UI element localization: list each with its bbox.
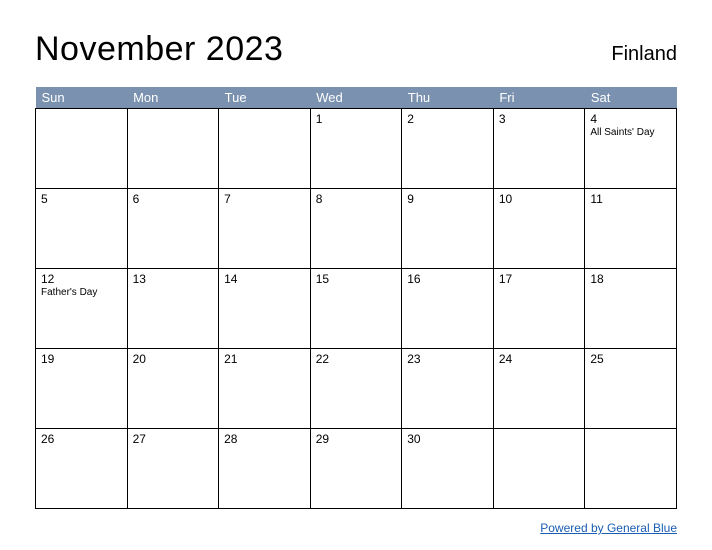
calendar-title: November 2023 xyxy=(35,30,283,69)
day-number: 5 xyxy=(41,192,122,206)
calendar-day-cell: 13 xyxy=(127,269,219,349)
day-event: Father's Day xyxy=(41,287,122,298)
day-number: 21 xyxy=(224,352,305,366)
day-number: 6 xyxy=(133,192,214,206)
weekday-fri: Fri xyxy=(493,87,585,109)
day-number: 29 xyxy=(316,432,397,446)
calendar-day-cell: 12Father's Day xyxy=(36,269,128,349)
calendar-day-cell: 28 xyxy=(219,429,311,509)
calendar-header: November 2023 Finland xyxy=(35,30,677,69)
weekday-sat: Sat xyxy=(585,87,677,109)
calendar-day-cell: 1 xyxy=(310,109,402,189)
calendar-day-cell: 21 xyxy=(219,349,311,429)
day-number: 15 xyxy=(316,272,397,286)
weekday-wed: Wed xyxy=(310,87,402,109)
calendar-day-cell xyxy=(493,429,585,509)
weekday-sun: Sun xyxy=(36,87,128,109)
day-number: 1 xyxy=(316,112,397,126)
calendar-region: Finland xyxy=(611,43,677,66)
calendar-day-cell: 20 xyxy=(127,349,219,429)
calendar-day-cell: 9 xyxy=(402,189,494,269)
calendar-day-cell: 29 xyxy=(310,429,402,509)
day-number: 3 xyxy=(499,112,580,126)
day-number: 26 xyxy=(41,432,122,446)
calendar-day-cell: 7 xyxy=(219,189,311,269)
calendar-day-cell xyxy=(585,429,677,509)
day-number: 16 xyxy=(407,272,488,286)
day-number: 2 xyxy=(407,112,488,126)
day-number: 14 xyxy=(224,272,305,286)
calendar-day-cell: 19 xyxy=(36,349,128,429)
day-number: 18 xyxy=(590,272,671,286)
calendar-day-cell: 23 xyxy=(402,349,494,429)
calendar-day-cell: 14 xyxy=(219,269,311,349)
calendar-day-cell: 18 xyxy=(585,269,677,349)
day-number: 30 xyxy=(407,432,488,446)
calendar-day-cell: 16 xyxy=(402,269,494,349)
day-number: 19 xyxy=(41,352,122,366)
calendar-day-cell: 10 xyxy=(493,189,585,269)
calendar-grid: Sun Mon Tue Wed Thu Fri Sat 1234All Sain… xyxy=(35,87,677,509)
calendar-day-cell: 15 xyxy=(310,269,402,349)
weekday-tue: Tue xyxy=(219,87,311,109)
calendar-day-cell: 25 xyxy=(585,349,677,429)
weekday-thu: Thu xyxy=(402,87,494,109)
calendar-week-row: 1234All Saints' Day xyxy=(36,109,677,189)
day-number: 9 xyxy=(407,192,488,206)
day-number: 12 xyxy=(41,272,122,286)
calendar-body: 1234All Saints' Day56789101112Father's D… xyxy=(36,109,677,509)
calendar-day-cell: 11 xyxy=(585,189,677,269)
calendar-day-cell: 2 xyxy=(402,109,494,189)
calendar-day-cell: 24 xyxy=(493,349,585,429)
weekday-mon: Mon xyxy=(127,87,219,109)
calendar-day-cell xyxy=(36,109,128,189)
day-number: 22 xyxy=(316,352,397,366)
day-number: 28 xyxy=(224,432,305,446)
calendar-week-row: 26 27 28 29 30 xyxy=(36,429,677,509)
calendar-week-row: 12Father's Day 13 14 15 16 17 18 xyxy=(36,269,677,349)
day-number: 13 xyxy=(133,272,214,286)
day-event: All Saints' Day xyxy=(590,127,671,138)
powered-by-link[interactable]: Powered by General Blue xyxy=(540,521,677,535)
day-number: 24 xyxy=(499,352,580,366)
day-number: 11 xyxy=(590,192,671,206)
calendar-week-row: 56789 10 11 xyxy=(36,189,677,269)
calendar-day-cell: 4All Saints' Day xyxy=(585,109,677,189)
calendar-day-cell xyxy=(127,109,219,189)
day-number: 17 xyxy=(499,272,580,286)
calendar-day-cell xyxy=(219,109,311,189)
calendar-day-cell: 3 xyxy=(493,109,585,189)
calendar-day-cell: 27 xyxy=(127,429,219,509)
day-number: 8 xyxy=(316,192,397,206)
day-number: 25 xyxy=(590,352,671,366)
calendar-day-cell: 5 xyxy=(36,189,128,269)
day-number: 23 xyxy=(407,352,488,366)
calendar-day-cell: 17 xyxy=(493,269,585,349)
calendar-day-cell: 6 xyxy=(127,189,219,269)
calendar-footer: Powered by General Blue xyxy=(35,519,677,537)
day-number: 7 xyxy=(224,192,305,206)
calendar-day-cell: 30 xyxy=(402,429,494,509)
calendar-day-cell: 26 xyxy=(36,429,128,509)
day-number: 10 xyxy=(499,192,580,206)
calendar-day-cell: 22 xyxy=(310,349,402,429)
day-number: 4 xyxy=(590,112,671,126)
day-number: 20 xyxy=(133,352,214,366)
day-number: 27 xyxy=(133,432,214,446)
calendar-week-row: 19 20 21 22 23 24 25 xyxy=(36,349,677,429)
weekday-header-row: Sun Mon Tue Wed Thu Fri Sat xyxy=(36,87,677,109)
calendar-day-cell: 8 xyxy=(310,189,402,269)
